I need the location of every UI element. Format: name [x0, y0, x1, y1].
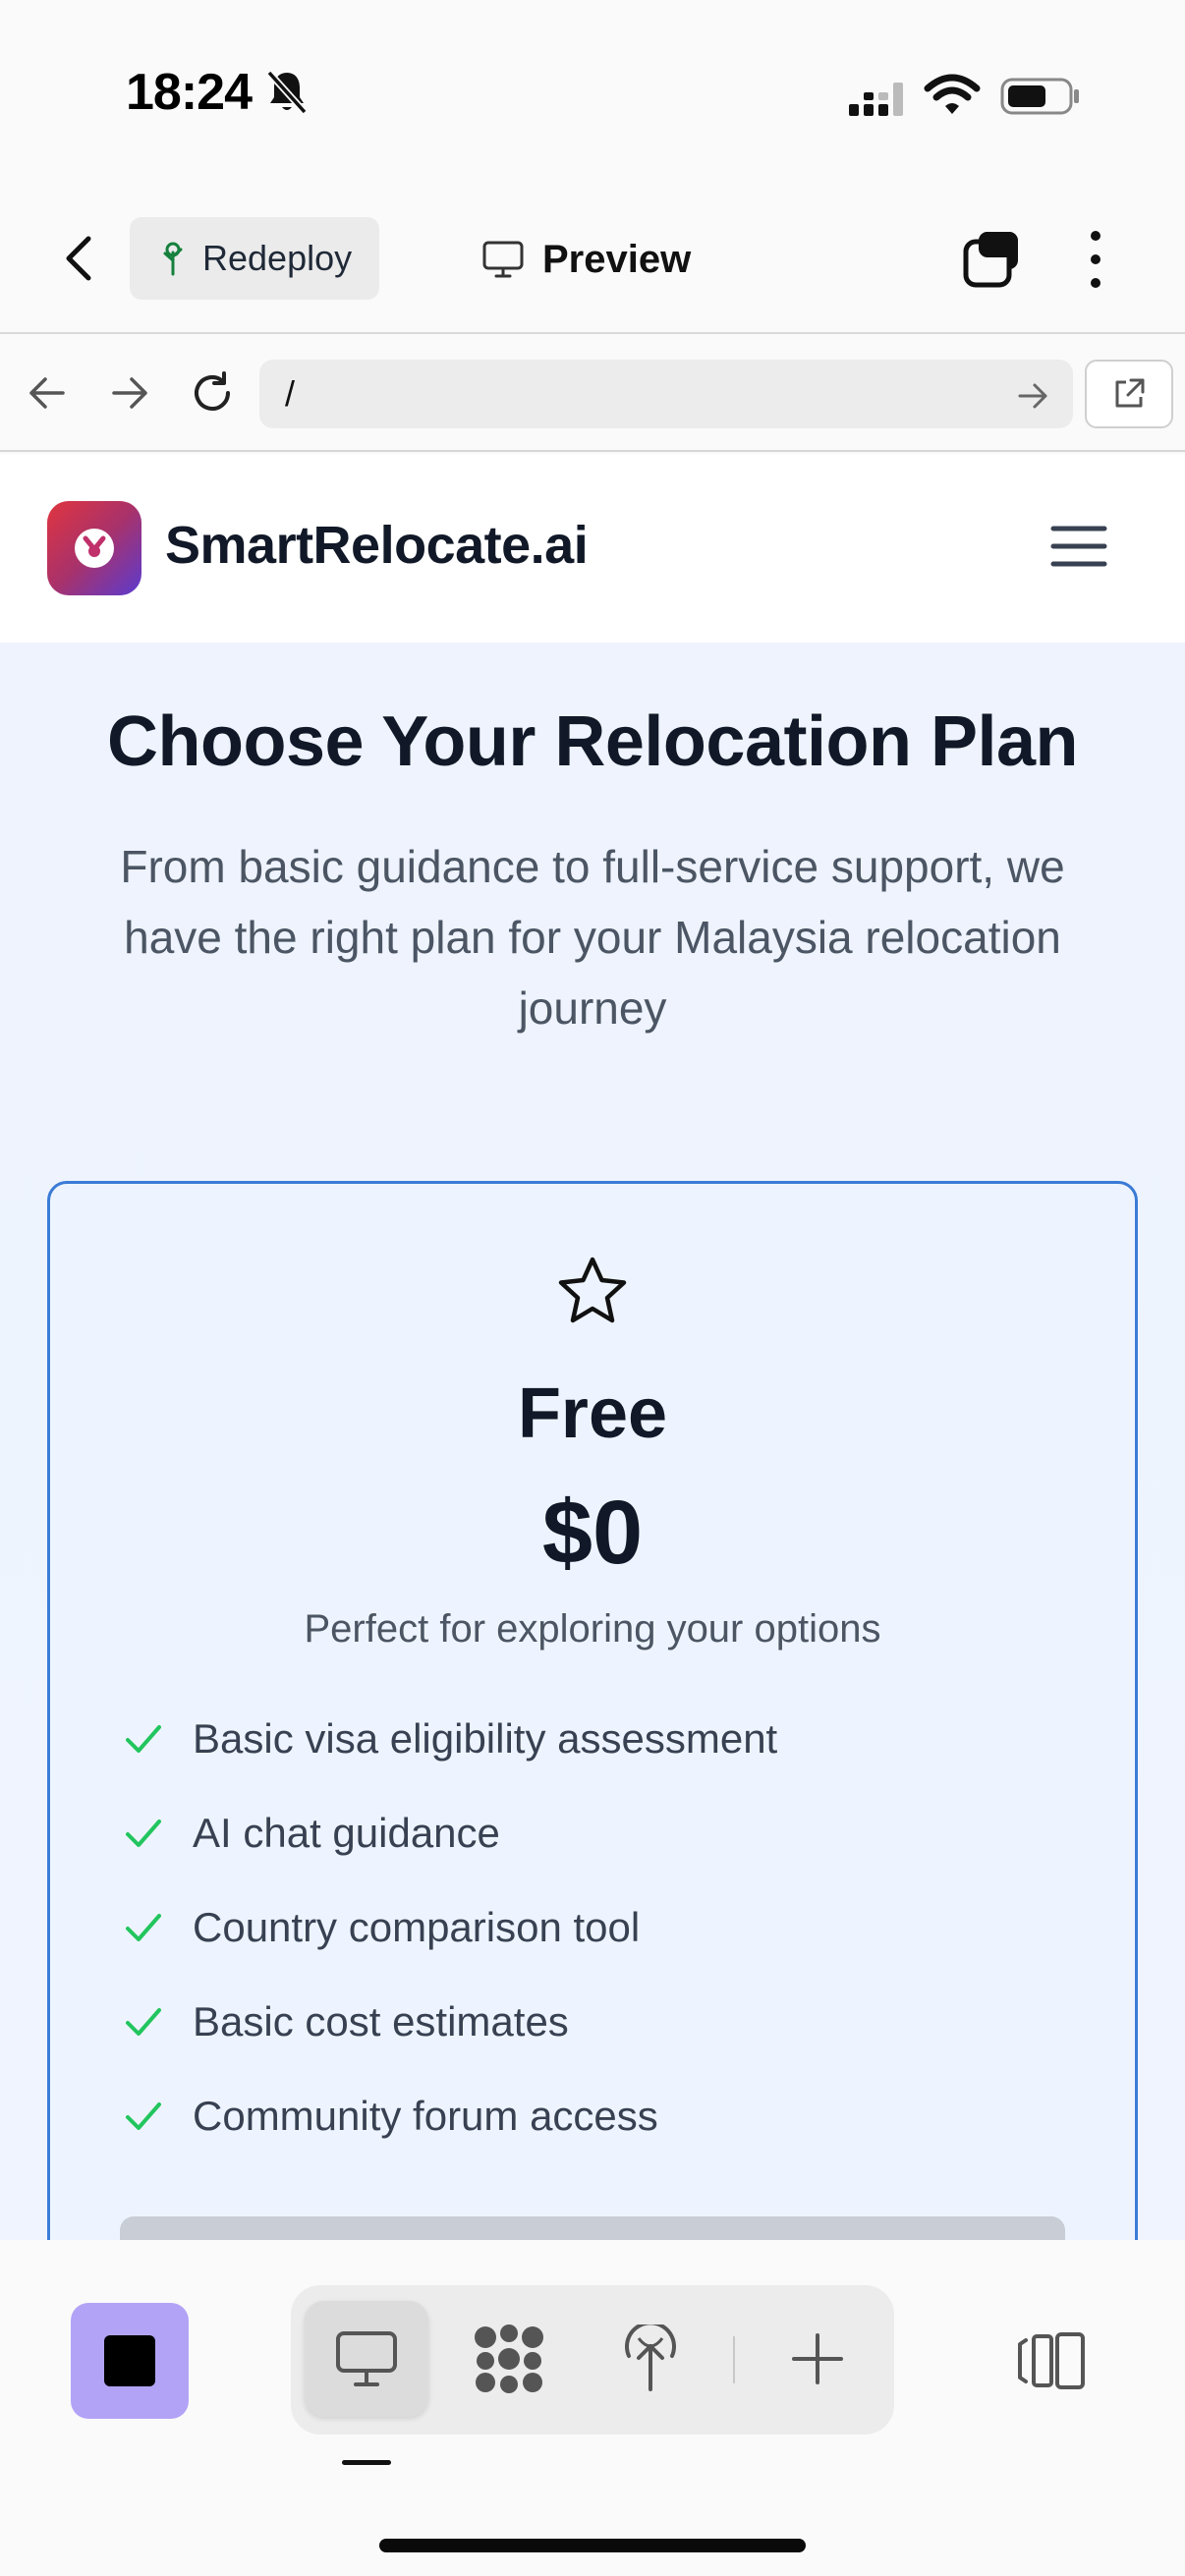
url-go-arrow-icon[interactable] — [1016, 379, 1049, 413]
arrow-left-icon[interactable] — [26, 371, 69, 415]
preview-button[interactable]: Preview — [481, 218, 727, 301]
split-view-button[interactable] — [1012, 2324, 1091, 2397]
redeploy-button[interactable]: Redeploy — [130, 217, 379, 300]
page-title: Choose Your Relocation Plan — [107, 702, 1079, 781]
view-deploy-button[interactable] — [595, 2301, 705, 2417]
open-external-button[interactable] — [1085, 360, 1173, 428]
monitor-icon — [336, 2331, 397, 2386]
more-vertical-icon[interactable] — [1081, 228, 1110, 291]
feature-label: Country comparison tool — [193, 1904, 641, 1950]
deploy-icon — [625, 2324, 676, 2391]
feature-item: Community forum access — [124, 2087, 658, 2146]
logo-mark-icon — [75, 529, 114, 568]
monitor-icon — [482, 241, 524, 278]
toolbar-divider — [733, 2336, 735, 2383]
plan-price: $0 — [541, 1483, 644, 1583]
stop-square-icon — [104, 2335, 155, 2386]
hamburger-icon[interactable] — [1049, 521, 1108, 572]
plan-name: Free — [517, 1374, 668, 1453]
view-nodes-button[interactable] — [454, 2301, 564, 2417]
plan-description: Perfect for exploring your options — [304, 1607, 881, 1651]
site-logo[interactable] — [47, 501, 141, 595]
feature-item: Country comparison tool — [124, 1898, 640, 1957]
split-view-icon — [1018, 2332, 1085, 2389]
tree-icon — [163, 242, 183, 276]
redeploy-label: Redeploy — [202, 238, 353, 278]
status-time: 18:24 — [126, 64, 253, 121]
bell-slash-icon — [266, 70, 308, 115]
battery-icon — [1000, 78, 1079, 115]
feature-label: Basic cost estimates — [193, 1998, 569, 2044]
nodes-icon — [475, 2324, 543, 2393]
active-view-indicator — [342, 2460, 391, 2465]
add-view-button[interactable] — [762, 2301, 873, 2417]
home-indicator — [379, 2539, 806, 2552]
wifi-icon — [924, 74, 981, 114]
preview-label: Preview — [542, 237, 692, 281]
check-icon — [126, 1820, 161, 1847]
feature-label: Community forum access — [193, 2093, 658, 2139]
site-name[interactable]: SmartRelocate.ai — [165, 515, 589, 576]
star-icon — [558, 1257, 627, 1323]
check-icon — [126, 1914, 161, 1941]
back-chevron-icon[interactable] — [59, 231, 98, 286]
arrow-right-icon[interactable] — [108, 371, 151, 415]
check-icon — [126, 2102, 161, 2130]
feature-item: Basic visa eligibility assessment — [124, 1709, 777, 1768]
plus-icon — [792, 2333, 843, 2384]
url-input[interactable]: / — [259, 360, 1073, 428]
open-external-icon — [1115, 378, 1145, 408]
feature-label: Basic visa eligibility assessment — [193, 1715, 778, 1762]
reload-icon[interactable] — [189, 369, 236, 417]
feature-item: AI chat guidance — [124, 1804, 500, 1863]
stop-button[interactable] — [71, 2303, 189, 2419]
feature-label: AI chat guidance — [193, 1810, 500, 1856]
view-preview-button[interactable] — [305, 2301, 428, 2417]
signal-icon — [849, 83, 903, 116]
tabs-icon[interactable] — [961, 228, 1024, 289]
feature-item: Basic cost estimates — [124, 1992, 569, 2051]
check-icon — [126, 1725, 161, 1753]
page-subtitle: From basic guidance to full-service supp… — [120, 841, 1065, 1034]
check-icon — [126, 2008, 161, 2036]
